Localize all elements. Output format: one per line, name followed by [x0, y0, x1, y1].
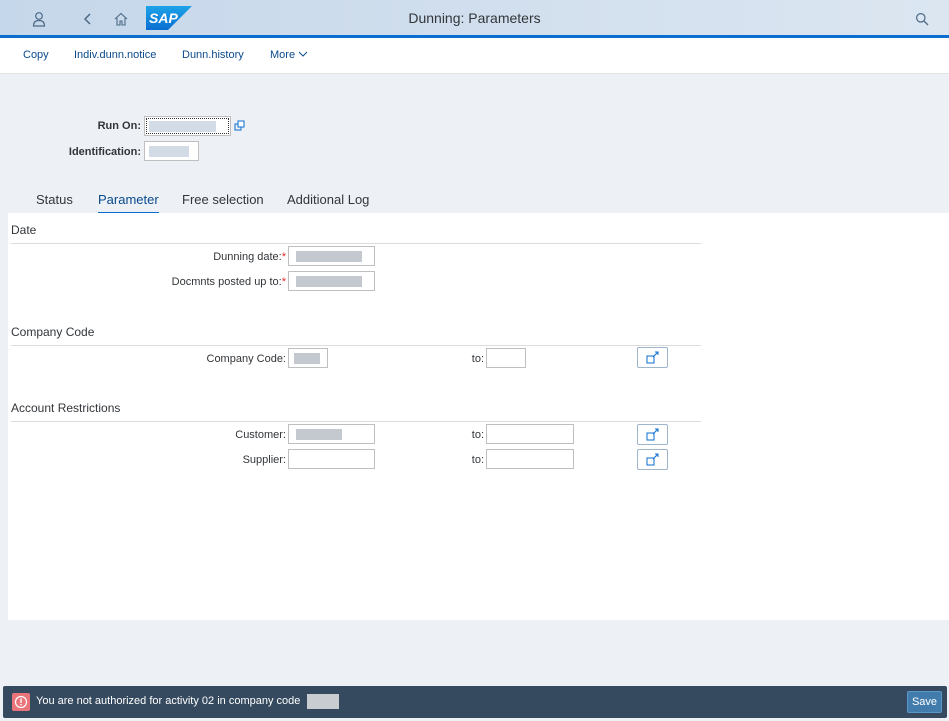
docs-posted-label: Docmnts posted up to:* [120, 276, 286, 288]
tab-status[interactable]: Status [36, 192, 73, 212]
dunning-date-value [296, 251, 362, 262]
run-on-value [149, 121, 216, 132]
customer-from-field[interactable] [288, 424, 375, 444]
tab-additional-log[interactable]: Additional Log [287, 192, 369, 212]
supplier-from-field[interactable] [288, 449, 375, 469]
error-icon[interactable] [12, 693, 30, 711]
customer-value [296, 429, 342, 440]
customer-to-label: to: [471, 429, 484, 441]
multiple-selection-icon [646, 351, 658, 364]
section-title-date: Date [11, 223, 37, 237]
tab-free-selection[interactable]: Free selection [182, 192, 264, 212]
dunning-date-field[interactable] [288, 246, 375, 266]
section-divider [11, 345, 701, 346]
page-title: Dunning: Parameters [408, 10, 541, 26]
docs-posted-field[interactable] [288, 271, 375, 291]
sap-logo[interactable]: SAP [146, 6, 192, 30]
supplier-to-label: to: [471, 454, 484, 466]
search-icon[interactable] [912, 9, 932, 29]
company-code-to-label: to: [471, 353, 484, 365]
indiv-dunn-notice-button[interactable]: Indiv.dunn.notice [74, 49, 156, 61]
message-bar: You are not authorized for activity 02 i… [3, 686, 947, 718]
supplier-to-field[interactable] [486, 449, 574, 469]
user-icon[interactable] [29, 9, 49, 29]
section-title-account-restrictions: Account Restrictions [11, 401, 121, 415]
identification-field[interactable] [144, 141, 199, 161]
run-on-label: Run On: [97, 120, 141, 132]
required-mark: * [281, 251, 286, 263]
dunning-date-label: Dunning date:* [150, 251, 286, 263]
error-message[interactable]: You are not authorized for activity 02 i… [36, 695, 300, 707]
identification-label: Identification: [68, 146, 141, 158]
home-icon[interactable] [111, 9, 131, 29]
shell-bar: SAP Dunning: Parameters [0, 0, 949, 38]
section-divider [11, 421, 701, 422]
company-code-to-field[interactable] [486, 348, 526, 368]
tab-parameter[interactable]: Parameter [98, 192, 159, 214]
dunning-date-label-text: Dunning date: [213, 251, 282, 263]
multiple-selection-icon [646, 428, 658, 441]
supplier-label: Supplier: [242, 454, 286, 466]
more-label: More [270, 49, 296, 61]
identification-value [149, 146, 189, 157]
multiple-selection-button[interactable] [637, 347, 668, 368]
app-toolbar: Copy Indiv.dunn.notice Dunn.history More [0, 38, 949, 74]
multiple-selection-button[interactable] [637, 449, 668, 470]
dunn-history-button[interactable]: Dunn.history [182, 49, 244, 61]
run-on-field[interactable] [144, 116, 231, 136]
company-code-mask [307, 694, 339, 709]
value-help-icon[interactable] [232, 118, 248, 134]
sap-logo-text: SAP [149, 10, 178, 26]
more-button[interactable]: More [270, 49, 308, 61]
parameter-panel [8, 213, 949, 620]
company-code-from-field[interactable] [288, 348, 328, 368]
docs-posted-label-text: Docmnts posted up to: [171, 276, 282, 288]
required-mark: * [281, 276, 286, 288]
customer-to-field[interactable] [486, 424, 574, 444]
chevron-down-icon [298, 51, 308, 57]
company-code-value [294, 353, 320, 364]
back-icon[interactable] [78, 9, 98, 29]
section-title-company-code: Company Code [11, 325, 95, 339]
customer-label: Customer: [235, 429, 286, 441]
save-button[interactable]: Save [907, 691, 942, 713]
multiple-selection-button[interactable] [637, 424, 668, 445]
company-code-label: Company Code: [206, 353, 287, 365]
multiple-selection-icon [646, 453, 658, 466]
copy-button[interactable]: Copy [23, 49, 49, 61]
section-divider [11, 243, 701, 244]
docs-posted-value [296, 276, 362, 287]
